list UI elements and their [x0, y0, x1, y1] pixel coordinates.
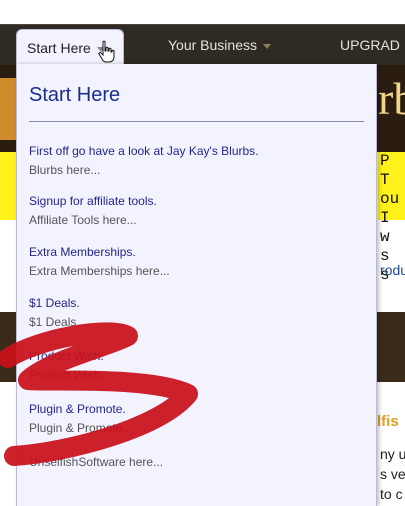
nav-label: Your Business: [168, 37, 257, 53]
start-here-dropdown: Start Here First off go have a look at J…: [16, 64, 377, 506]
nav-label: UPGRAD: [340, 37, 400, 53]
dropdown-sublink[interactable]: $1 Deals...: [29, 314, 359, 330]
background-text-fragment: ny u: [380, 446, 405, 462]
hand-cursor-icon: [98, 40, 115, 63]
nav-upgrade[interactable]: UPGRAD: [340, 25, 400, 65]
dropdown-link[interactable]: Extra Memberships.: [29, 244, 359, 260]
dropdown-item-product-wish: Product Wish. Product Wish...: [29, 348, 359, 383]
dropdown-item-1-deals: $1 Deals. $1 Deals...: [29, 295, 359, 330]
dropdown-sublink[interactable]: Blurbs here...: [29, 162, 359, 178]
dropdown-sublink[interactable]: UnselfishSoftware here...: [29, 454, 359, 470]
dropdown-item-unselfish-software: UnselfishSoftware here...: [29, 451, 359, 470]
yellow-line: P T: [380, 152, 390, 189]
chevron-down-icon: [262, 43, 271, 49]
background-link-fragment[interactable]: rodu: [380, 262, 405, 278]
dropdown-link[interactable]: Signup for affiliate tools.: [29, 193, 359, 209]
dropdown-link[interactable]: $1 Deals.: [29, 295, 359, 311]
yellow-line: ou: [380, 190, 400, 208]
top-strip: [0, 0, 405, 24]
main-navbar: Start Here Your Business UPGRAD: [0, 24, 405, 67]
nav-label: Start Here: [27, 40, 91, 56]
dropdown-item-blurbs: First off go have a look at Jay Kay's Bl…: [29, 143, 359, 178]
background-banner-text: rb: [378, 73, 405, 124]
dropdown-sublink[interactable]: Extra Memberships here...: [29, 263, 359, 279]
background-banner-accent: [0, 78, 16, 140]
dropdown-item-extra-memberships: Extra Memberships. Extra Memberships her…: [29, 244, 359, 279]
background-text-fragment: to c: [380, 486, 403, 502]
dropdown-link[interactable]: First off go have a look at Jay Kay's Bl…: [29, 143, 359, 159]
dropdown-item-affiliate-tools: Signup for affiliate tools. Affiliate To…: [29, 193, 359, 228]
dropdown-sublink[interactable]: Product Wish...: [29, 367, 359, 383]
dropdown-title: Start Here: [29, 84, 121, 106]
dropdown-sublink[interactable]: Affiliate Tools here...: [29, 212, 359, 228]
dropdown-link[interactable]: Product Wish.: [29, 348, 359, 364]
background-text-fragment: s ve: [380, 466, 405, 482]
dropdown-link[interactable]: Plugin & Promote.: [29, 401, 359, 417]
nav-your-business[interactable]: Your Business: [168, 25, 271, 65]
background-heading-fragment: lfis: [377, 413, 399, 430]
yellow-line: I w: [380, 209, 390, 246]
dropdown-sublink[interactable]: Plugin & Promote...: [29, 420, 359, 436]
dropdown-item-plugin-promote: Plugin & Promote. Plugin & Promote...: [29, 401, 359, 436]
dropdown-divider: [29, 121, 364, 122]
